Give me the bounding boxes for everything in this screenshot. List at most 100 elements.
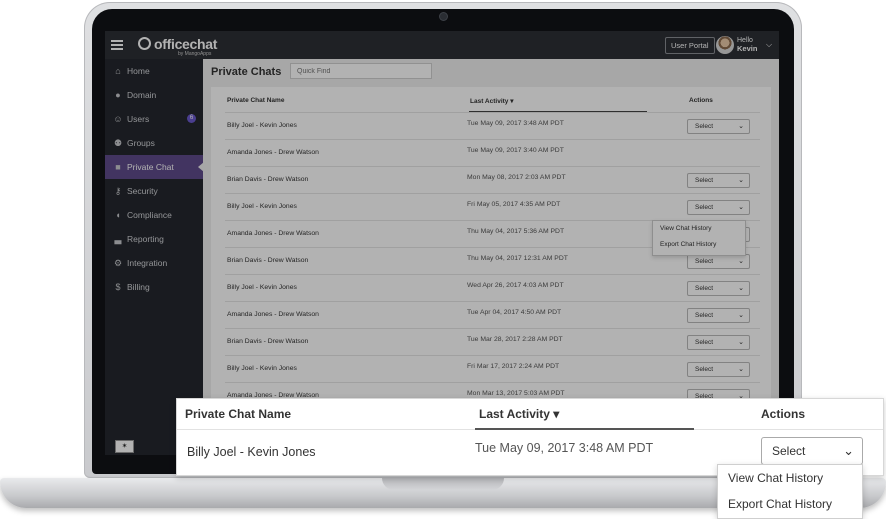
- logo-text: officechat: [154, 36, 218, 52]
- last-activity: Fri Mar 17, 2017 2:24 AM PDT: [467, 363, 560, 370]
- actions-select[interactable]: Select ⌄: [687, 200, 750, 215]
- table-row: Brian Davis - Drew Watson Mon May 08, 20…: [225, 166, 760, 194]
- column-header-actions: Actions: [761, 407, 806, 421]
- menu-item-view-chat-history[interactable]: View Chat History: [653, 221, 745, 237]
- actions-select[interactable]: Select ⌄: [687, 173, 750, 188]
- chevron-down-icon: ⌄: [738, 312, 744, 319]
- table-row: Billy Joel - Kevin Jones Fri May 05, 201…: [225, 193, 760, 221]
- chevron-down-icon: ⌄: [738, 123, 744, 130]
- chat-name[interactable]: Brian Davis - Drew Watson: [227, 338, 308, 345]
- home-icon: ⌂: [115, 66, 121, 76]
- sidebar-item-label: Groups: [127, 138, 155, 148]
- select-label: Select: [772, 444, 806, 458]
- users-count-badge: 6: [187, 114, 196, 123]
- sidebar-item-billing[interactable]: $ Billing: [105, 275, 203, 299]
- chat-name[interactable]: Amanda Jones - Drew Watson: [227, 149, 319, 156]
- chat-name[interactable]: Billy Joel - Kevin Jones: [227, 365, 297, 372]
- column-header-name[interactable]: Private Chat Name: [185, 407, 291, 421]
- chat-name[interactable]: Brian Davis - Drew Watson: [227, 176, 308, 183]
- select-label: Select: [695, 366, 714, 373]
- chat-name[interactable]: Billy Joel - Kevin Jones: [187, 445, 316, 459]
- sidebar-item-groups[interactable]: ⚉ Groups: [105, 131, 203, 155]
- actions-select[interactable]: Select ⌄: [687, 335, 750, 350]
- actions-select[interactable]: Select ⌄: [687, 119, 750, 134]
- sidebar-item-label: Compliance: [127, 210, 172, 220]
- sidebar-item-reporting[interactable]: ▃ Reporting: [105, 227, 203, 251]
- select-label: Select: [695, 204, 714, 211]
- gear-icon: ⚙: [113, 258, 123, 268]
- last-activity: Wed Apr 26, 2017 4:03 AM PDT: [467, 282, 564, 289]
- sort-caret-icon: ▾: [553, 407, 560, 421]
- chat-name[interactable]: Billy Joel - Kevin Jones: [227, 203, 297, 210]
- logo-subtext: by MangoApps: [178, 51, 212, 57]
- sidebar-item-home[interactable]: ⌂ Home: [105, 59, 203, 83]
- sidebar-item-label: Billing: [127, 282, 150, 292]
- sidebar-item-security[interactable]: ⚷ Security: [105, 179, 203, 203]
- last-activity: Mon May 08, 2017 2:03 AM PDT: [467, 174, 566, 181]
- sidebar-item-label: Integration: [127, 258, 168, 268]
- sidebar-item-compliance[interactable]: ◖ Compliance: [105, 203, 203, 227]
- chevron-down-icon: ⌄: [843, 443, 854, 458]
- key-icon: ⚷: [114, 186, 122, 196]
- quick-find-input[interactable]: [290, 63, 432, 79]
- sidebar-item-label: Security: [127, 186, 158, 196]
- user-icon: ☺: [113, 114, 123, 124]
- actions-select[interactable]: Select ⌄: [687, 281, 750, 296]
- actions-select[interactable]: Select ⌄: [761, 437, 863, 465]
- sidebar-item-label: Private Chat: [127, 162, 174, 172]
- chat-name[interactable]: Billy Joel - Kevin Jones: [227, 284, 297, 291]
- chevron-down-icon: ⌄: [738, 258, 744, 265]
- hamburger-menu-icon[interactable]: [111, 38, 123, 51]
- last-activity: Thu May 04, 2017 5:36 AM PDT: [467, 228, 565, 235]
- chevron-down-icon: ⌄: [738, 366, 744, 373]
- table-row: Amanda Jones - Drew Watson Tue May 09, 2…: [225, 139, 760, 167]
- table-row: Billy Joel - Kevin Jones Fri Mar 17, 201…: [225, 355, 760, 383]
- last-activity: Mon Mar 13, 2017 5:03 AM PDT: [467, 390, 565, 397]
- actions-select[interactable]: Select ⌄: [687, 362, 750, 377]
- avatar[interactable]: [716, 36, 734, 54]
- actions-select[interactable]: Select ⌄: [687, 308, 750, 323]
- chat-name[interactable]: Billy Joel - Kevin Jones: [227, 122, 297, 129]
- menu-item-export-chat-history[interactable]: Export Chat History: [653, 237, 745, 253]
- sidebar-item-private-chat[interactable]: ■ Private Chat: [105, 155, 204, 179]
- chevron-down-icon: ⌄: [738, 339, 744, 346]
- column-header-name[interactable]: Private Chat Name: [227, 97, 284, 104]
- last-activity: Thu May 04, 2017 12:31 AM PDT: [467, 255, 568, 262]
- shield-icon: ◖: [115, 210, 121, 220]
- chevron-down-icon: ⌄: [738, 177, 744, 184]
- actions-select[interactable]: Select ⌄: [687, 254, 750, 269]
- last-activity: Fri May 05, 2017 4:35 AM PDT: [467, 201, 561, 208]
- laptop-notch: [382, 478, 504, 490]
- menu-item-export-chat-history[interactable]: Export Chat History: [718, 491, 862, 517]
- sort-indicator-line: [475, 428, 694, 430]
- chat-name[interactable]: Amanda Jones - Drew Watson: [227, 230, 319, 237]
- sidebar-item-domain[interactable]: ● Domain: [105, 83, 203, 107]
- language-flag-icon[interactable]: ✶: [115, 440, 134, 453]
- table-row: Amanda Jones - Drew Watson Tue Apr 04, 2…: [225, 301, 760, 329]
- table-row: Billy Joel - Kevin Jones Tue May 09, 201…: [225, 112, 760, 140]
- chat-name[interactable]: Brian Davis - Drew Watson: [227, 257, 308, 264]
- menu-item-view-chat-history[interactable]: View Chat History: [718, 465, 862, 491]
- bar-chart-icon: ▃: [114, 234, 122, 244]
- select-label: Select: [695, 339, 714, 346]
- column-header-actions: Actions: [689, 97, 713, 104]
- page-title: Private Chats: [211, 66, 282, 78]
- chat-name[interactable]: Amanda Jones - Drew Watson: [227, 311, 319, 318]
- column-header-last-activity[interactable]: Last Activity ▾: [470, 97, 514, 105]
- column-header-last-activity[interactable]: Last Activity ▾: [479, 407, 559, 421]
- chevron-down-icon: ⌄: [738, 204, 744, 211]
- sidebar-item-users[interactable]: ☺ Users 6: [105, 107, 203, 131]
- chat-bubbles-icon: ■: [115, 162, 121, 172]
- sidebar-item-label: Home: [127, 66, 150, 76]
- table-row: Billy Joel - Kevin Jones Wed Apr 26, 201…: [225, 274, 760, 302]
- chevron-down-icon[interactable]: ⌵: [766, 40, 772, 50]
- screen: officechat by MangoApps User Portal Hell…: [105, 31, 779, 455]
- last-activity: Tue May 09, 2017 3:48 AM PDT: [475, 441, 654, 455]
- sidebar-item-integration[interactable]: ⚙ Integration: [105, 251, 203, 275]
- user-portal-button[interactable]: User Portal: [665, 37, 715, 54]
- chevron-down-icon: ⌄: [738, 285, 744, 292]
- user-greeting[interactable]: Hello Kevin: [737, 37, 757, 54]
- webcam: [440, 13, 447, 20]
- select-label: Select: [695, 123, 714, 130]
- select-label: Select: [695, 285, 714, 292]
